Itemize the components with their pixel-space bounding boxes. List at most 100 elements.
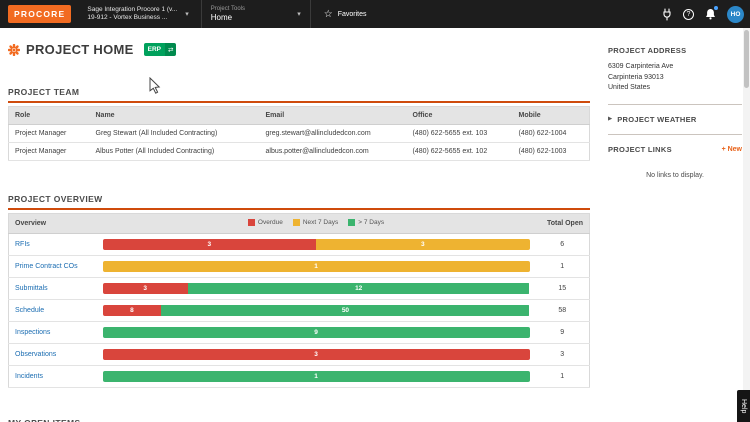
- favorites-label[interactable]: Favorites: [338, 11, 367, 18]
- team-row: Project ManagerAlbus Potter (All Include…: [9, 143, 590, 161]
- legend-item: Overdue: [248, 219, 283, 226]
- project-selector-dropdown[interactable]: Sage Integration Procore 1 (v... 19-912 …: [87, 0, 188, 28]
- chevron-down-icon: ▾: [185, 10, 189, 18]
- erp-sync-icon: ⇄: [165, 43, 176, 56]
- overview-total-value: 58: [536, 300, 590, 322]
- new-link-button[interactable]: + New: [722, 146, 742, 153]
- my-open-items-title: MY OPEN ITEMS: [8, 418, 590, 422]
- legend-swatch-icon: [348, 219, 355, 226]
- top-navigation-bar: PROCORE Sage Integration Procore 1 (v...…: [0, 0, 750, 28]
- overview-stacked-bar: 312: [103, 283, 530, 294]
- overview-bar-cell: 312: [97, 278, 536, 300]
- team-cell: (480) 622-5655 ext. 103: [407, 125, 513, 143]
- links-empty-message: No links to display.: [608, 172, 742, 179]
- legend-label: Next 7 Days: [303, 219, 338, 226]
- erp-badge-label: ERP: [144, 43, 165, 56]
- overview-bar-cell: 850: [97, 300, 536, 322]
- scrollbar-thumb[interactable]: [744, 30, 749, 88]
- favorite-star-icon[interactable]: ☆: [324, 9, 333, 20]
- overview-row: Schedule 850 58: [9, 300, 590, 322]
- overview-total-value: 3: [536, 344, 590, 366]
- overview-row-label[interactable]: Inspections: [9, 322, 97, 344]
- overview-bar-cell: 9: [97, 322, 536, 344]
- team-column-header: Office: [407, 107, 513, 125]
- bar-segment: 1: [103, 371, 530, 382]
- overview-bar-cell: 3: [97, 344, 536, 366]
- bar-segment: 3: [103, 283, 188, 294]
- page-title: PROJECT HOME: [26, 42, 134, 57]
- project-team-title: PROJECT TEAM: [8, 87, 590, 103]
- overview-row: Prime Contract COs 11: [9, 256, 590, 278]
- marketplace-plug-icon[interactable]: [662, 8, 672, 21]
- sidebar-divider: [608, 134, 742, 135]
- project-overview-title: PROJECT OVERVIEW: [8, 194, 590, 210]
- overview-total-value: 1: [536, 256, 590, 278]
- procore-logo[interactable]: PROCORE: [8, 5, 71, 23]
- legend-item: Next 7 Days: [293, 219, 338, 226]
- overview-table-body: RFIs336Prime Contract COs11Submittals312…: [9, 234, 590, 388]
- tool-selector-label: Project Tools: [211, 6, 245, 12]
- overview-bar-cell: 1: [97, 256, 536, 278]
- overview-total-value: 1: [536, 366, 590, 388]
- bar-segment: 12: [188, 283, 530, 294]
- overview-row: RFIs336: [9, 234, 590, 256]
- user-avatar[interactable]: HO: [727, 6, 744, 23]
- legend-label: > 7 Days: [358, 219, 384, 226]
- project-overview-table: Overview OverdueNext 7 Days> 7 Days Tota…: [8, 213, 590, 388]
- overview-row-label[interactable]: Incidents: [9, 366, 97, 388]
- topbar-right-cluster: ? HO: [662, 6, 744, 23]
- project-address-lines: 6309 Carpinteria AveCarpinteria 93013Uni…: [608, 62, 742, 94]
- bar-segment: 9: [103, 327, 530, 338]
- team-cell: Albus Potter (All Included Contracting): [90, 143, 260, 161]
- overview-row: Observations 33: [9, 344, 590, 366]
- project-team-table: RoleNameEmailOfficeMobile Project Manage…: [8, 106, 590, 161]
- main-content: PROJECT HOME ERP ⇄ PROJECT TEAM RoleName…: [8, 28, 590, 422]
- notification-dot: [714, 6, 718, 10]
- overview-row-label[interactable]: RFIs: [9, 234, 97, 256]
- overview-row-label[interactable]: Schedule: [9, 300, 97, 322]
- overview-row-label[interactable]: Submittals: [9, 278, 97, 300]
- sidebar-divider: [608, 104, 742, 105]
- project-selector-line1: Sage Integration Procore 1 (v...: [87, 6, 177, 15]
- legend-label: Overdue: [258, 219, 283, 226]
- overview-column-header: Overview: [9, 214, 97, 234]
- project-tools-dropdown[interactable]: Project Tools Home ▾: [201, 0, 311, 28]
- overview-stacked-bar: 9: [103, 327, 530, 338]
- bar-segment: 3: [103, 239, 317, 250]
- team-column-header: Email: [260, 107, 407, 125]
- bar-segment: 3: [103, 349, 530, 360]
- project-links-header: PROJECT LINKS + New: [608, 145, 742, 154]
- overview-stacked-bar: 850: [103, 305, 530, 316]
- notifications-bell-icon[interactable]: [705, 8, 716, 20]
- chevron-down-icon: ▾: [297, 10, 301, 18]
- overview-bar-cell: 1: [97, 366, 536, 388]
- bar-segment: 1: [103, 261, 530, 272]
- overview-row-label[interactable]: Prime Contract COs: [9, 256, 97, 278]
- bar-segment: 8: [103, 305, 162, 316]
- help-tab[interactable]: Help: [737, 390, 750, 422]
- tool-selector-value: Home: [211, 13, 245, 22]
- team-cell: albus.potter@allincludedcon.com: [260, 143, 407, 161]
- project-home-gear-icon: [8, 44, 20, 56]
- chevron-right-icon: ▶: [608, 116, 612, 122]
- erp-badge: ERP ⇄: [144, 43, 177, 56]
- overview-row-label[interactable]: Observations: [9, 344, 97, 366]
- team-column-header: Mobile: [513, 107, 590, 125]
- overview-stacked-bar: 3: [103, 349, 530, 360]
- project-weather-toggle[interactable]: ▶ PROJECT WEATHER: [608, 115, 742, 124]
- team-column-header: Name: [90, 107, 260, 125]
- overview-bar-cell: 33: [97, 234, 536, 256]
- vertical-scrollbar[interactable]: [743, 28, 750, 422]
- bar-segment: 3: [316, 239, 530, 250]
- overview-row: Submittals31215: [9, 278, 590, 300]
- team-cell: Project Manager: [9, 125, 90, 143]
- team-row: Project ManagerGreg Stewart (All Include…: [9, 125, 590, 143]
- project-weather-title: PROJECT WEATHER: [617, 115, 696, 124]
- overview-stacked-bar: 1: [103, 261, 530, 272]
- overview-total-value: 6: [536, 234, 590, 256]
- project-links-title: PROJECT LINKS: [608, 145, 672, 154]
- help-icon[interactable]: ?: [683, 9, 694, 20]
- overview-legend: Overdue Next 7 Days > 7 Days: [248, 219, 384, 226]
- overview-stacked-bar: 1: [103, 371, 530, 382]
- team-table-header-row: RoleNameEmailOfficeMobile: [9, 107, 590, 125]
